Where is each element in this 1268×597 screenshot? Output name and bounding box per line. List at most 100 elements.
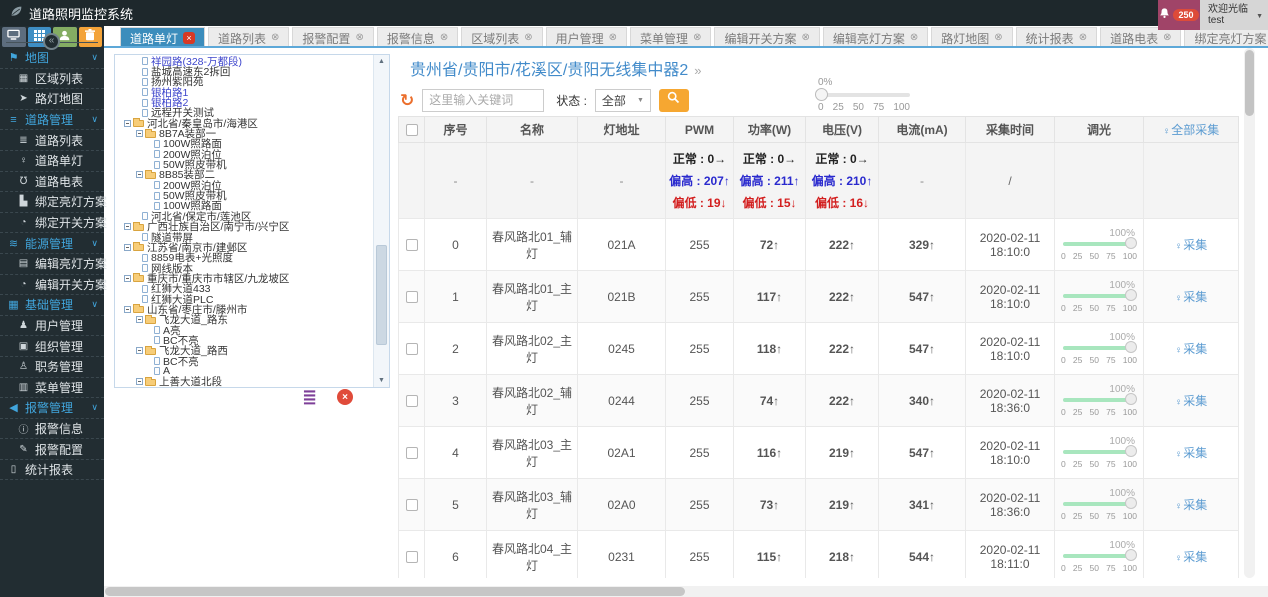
tree-folder-item[interactable]: 上善大道北段 [118,376,372,387]
dim-all-slider[interactable]: 0% 0 25 50 75 100 [815,77,910,116]
collect-link[interactable]: ♀采集 [1175,238,1208,252]
tree-file-item[interactable]: 200W照泊位 [118,180,372,192]
sidebar-item-10[interactable]: ▤ 编辑亮灯方案 [0,254,107,275]
tab-7[interactable]: 编辑开关方案 ⊗ [714,27,820,48]
sidebar-item-9[interactable]: ≋ 能源管理 ∨ [0,233,104,254]
tree-folder-item[interactable]: 飞龙大道_路西 [118,345,372,357]
row-checkbox[interactable] [405,447,418,460]
sidebar-item-19[interactable]: ✎ 报警配置 [0,439,104,460]
collapse-box-icon[interactable] [136,316,143,324]
tab-12[interactable]: 绑定亮灯方案⊗ [1184,27,1268,48]
tab-8[interactable]: 编辑亮灯方案 ⊗ [822,27,929,48]
slider-handle[interactable] [1125,496,1137,509]
collapse-box-icon[interactable] [124,274,131,282]
scrollbar-thumb[interactable] [105,587,685,596]
user-menu[interactable]: 欢迎光临 test ▼ [1200,0,1268,30]
horizontal-scrollbar[interactable] [104,586,1268,597]
slider-handle[interactable] [1125,340,1137,353]
tab-close-icon[interactable]: ⊗ [994,33,1002,43]
tree-file-item[interactable]: BC不亮 [118,335,372,347]
slider-handle[interactable] [1125,548,1137,561]
tab-3[interactable]: 报警信息 ⊗ [376,27,459,48]
sidebar-item-6[interactable]: ℧ 道路电表 [0,172,104,193]
dim-slider[interactable]: 100% 0 25 50 75 100 [1061,228,1137,262]
row-checkbox[interactable] [405,395,418,408]
scroll-up-icon[interactable]: ▲ [374,55,389,68]
tab-6[interactable]: 菜单管理 ⊗ [630,27,712,48]
tab-close-icon[interactable]: ⊗ [271,33,279,43]
tree-file-item[interactable]: A亮 [118,325,372,337]
sidebar-item-17[interactable]: ◀ 报警管理 ∨ [0,398,104,419]
collapse-box-icon[interactable] [124,305,131,313]
collect-all-link[interactable]: ♀全部采集 [1163,123,1220,137]
collapse-box-icon[interactable] [124,243,131,251]
tab-10[interactable]: 统计报表 ⊗ [1015,27,1098,48]
close-tree-button[interactable]: × [337,389,354,405]
tab-close-icon[interactable]: ⊗ [910,33,918,43]
scrollbar-thumb[interactable] [376,245,387,345]
tree-scrollbar[interactable]: ▲ ▼ [373,55,389,387]
sidebar-item-5[interactable]: ♀ 道路单灯 [0,151,104,172]
sidebar-item-8[interactable]: ◔ 绑定开关方案 [0,213,107,234]
collect-link[interactable]: ♀采集 [1175,498,1208,512]
row-checkbox[interactable] [405,239,418,252]
sidebar-item-18[interactable]: ⓘ 报警信息 [0,419,104,440]
tree-file-item[interactable]: 50W照皮带机 [118,190,372,202]
tab-0[interactable]: 道路单灯 × [120,27,206,48]
tab-close-icon[interactable]: ⊗ [1079,33,1087,43]
slider-handle[interactable] [1125,236,1137,249]
search-button[interactable] [658,88,689,112]
tab-close-icon[interactable]: ⊗ [693,33,701,43]
collect-link[interactable]: ♀采集 [1175,550,1208,564]
sidebar-item-2[interactable]: ➤ 路灯地图 [0,89,104,110]
tab-close-icon[interactable]: ⊗ [1163,33,1171,43]
collect-link[interactable]: ♀采集 [1175,446,1208,460]
sidebar-item-1[interactable]: ▦ 区域列表 [0,69,104,90]
row-checkbox[interactable] [405,343,418,356]
breadcrumb[interactable]: 贵州省/贵阳市/花溪区/贵阳无线集中器2 » [410,56,701,80]
tab-close-icon[interactable]: ⊗ [801,33,809,43]
collapse-box-icon[interactable] [136,130,143,138]
tab-close-icon[interactable]: × [183,32,196,44]
tab-11[interactable]: 道路电表 ⊗ [1100,27,1182,48]
dim-slider[interactable]: 100% 0 25 50 75 100 [1061,488,1137,522]
vertical-scrollbar[interactable] [1244,48,1255,578]
tab-2[interactable]: 报警配置 ⊗ [292,27,374,48]
sidebar-item-11[interactable]: ◔ 编辑开关方案 [0,275,107,296]
scrollbar-thumb[interactable] [1245,50,1254,116]
row-checkbox[interactable] [405,551,418,564]
collapse-box-icon[interactable] [136,171,143,179]
tab-close-icon[interactable]: ⊗ [609,33,617,43]
tab-1[interactable]: 道路列表 ⊗ [208,27,290,48]
dim-slider[interactable]: 100% 0 25 50 75 100 [1061,436,1137,470]
tree-file-item[interactable]: 50W照皮带机 [118,159,372,171]
collapse-box-icon[interactable] [136,378,143,386]
status-select[interactable]: 全部 ▼ [594,88,651,112]
slider-handle[interactable] [1125,392,1137,405]
collect-link[interactable]: ♀采集 [1175,342,1208,356]
dim-slider[interactable]: 100% 0 25 50 75 100 [1061,332,1137,366]
search-input[interactable] [422,88,545,112]
tree-file-item[interactable]: BC不亮 [118,356,372,368]
row-checkbox[interactable] [405,291,418,304]
slider-handle[interactable] [1125,288,1137,301]
tab-close-icon[interactable]: ⊗ [524,33,532,43]
slider-handle[interactable] [815,88,828,101]
slider-handle[interactable] [1125,444,1137,457]
tree-file-item[interactable]: 100W照路面 [118,138,372,150]
sidebar-item-4[interactable]: ≣ 道路列表 [0,130,104,151]
tree-folder-item[interactable]: 河北省/秦皇岛市/海港区 [118,118,372,130]
tab-close-icon[interactable]: ⊗ [440,33,448,43]
tree-folder-item[interactable]: 山东省/枣庄市/滕州市 [118,304,372,316]
tree-file-item[interactable]: A [118,365,372,377]
sidebar-collapse-button[interactable]: « [43,33,60,50]
tree-file-item[interactable]: 200W照泊位 [118,149,372,161]
tree-folder-item[interactable]: 8B85装部二 [118,169,372,181]
sidebar-item-20[interactable]: ▯ 统计报表 [0,460,104,481]
collapse-box-icon[interactable] [136,347,143,355]
sidebar-item-13[interactable]: ♟ 用户管理 [0,316,104,337]
collapse-box-icon[interactable] [124,223,131,231]
tab-close-icon[interactable]: ⊗ [355,33,363,43]
dim-slider[interactable]: 100% 0 25 50 75 100 [1061,384,1137,418]
tab-5[interactable]: 用户管理 ⊗ [545,27,628,48]
